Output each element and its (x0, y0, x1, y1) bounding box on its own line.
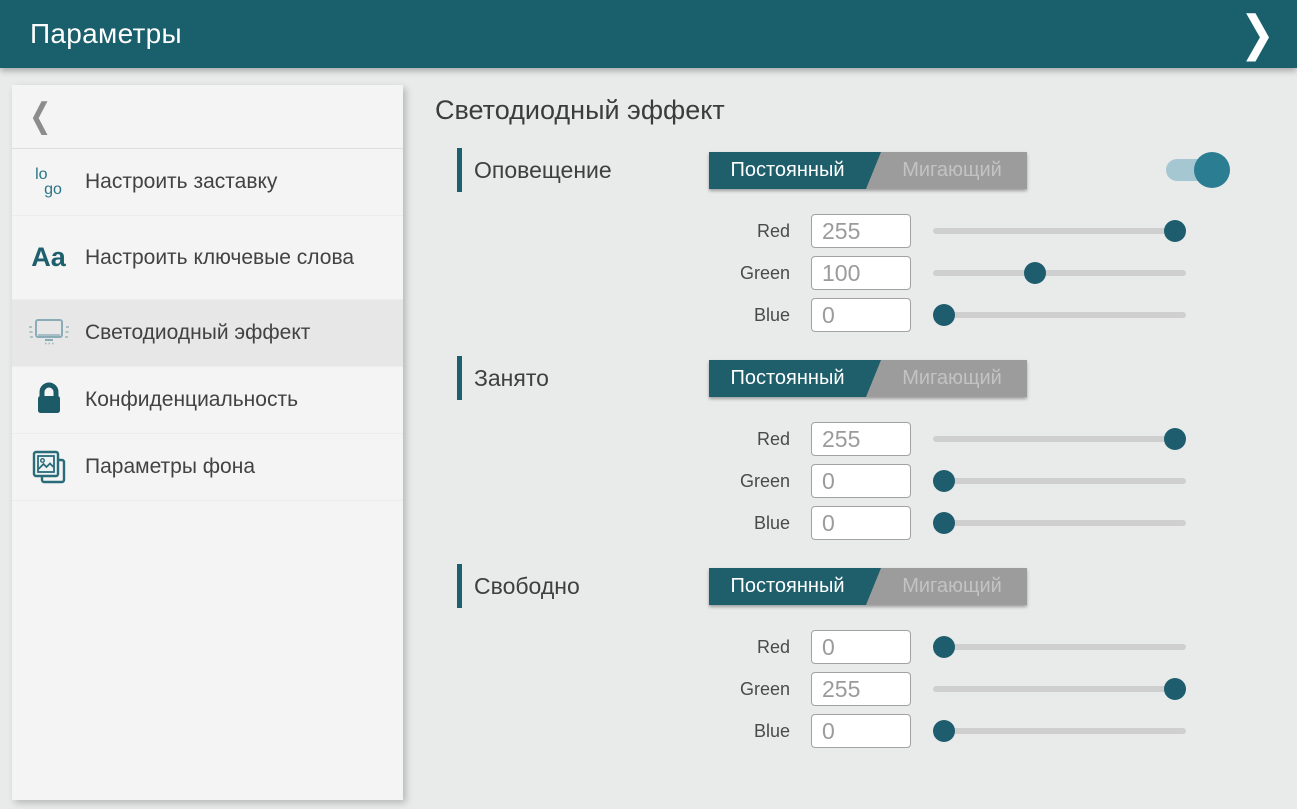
green-slider[interactable] (933, 262, 1186, 284)
channel-row-blue: Blue (435, 294, 1297, 336)
channel-label: Green (435, 263, 790, 284)
slider-thumb[interactable] (933, 304, 955, 326)
sidebar-item-keywords[interactable]: Aa Настроить ключевые слова (12, 216, 403, 300)
app-header: Параметры ❯ (0, 0, 1297, 68)
channel-row-green: Green (435, 460, 1297, 502)
sidebar-item-background[interactable]: Параметры фона (12, 434, 403, 501)
logo-icon: logo (12, 167, 85, 197)
section-accent-bar (457, 356, 462, 400)
switch-knob (1194, 152, 1230, 188)
background-images-icon (12, 446, 85, 488)
sidebar-item-splash-screen[interactable]: logo Настроить заставку (12, 149, 403, 216)
slider-thumb[interactable] (933, 720, 955, 742)
sidebar-item-led-effect[interactable]: Светодиодный эффект (12, 300, 403, 367)
mode-option-constant[interactable]: Постоянный (709, 568, 881, 605)
channel-row-red: Red (435, 626, 1297, 668)
green-slider[interactable] (933, 678, 1186, 700)
channel-label: Blue (435, 305, 790, 326)
section-enable-switch[interactable] (1166, 155, 1224, 185)
section-accent-bar (457, 564, 462, 608)
slider-thumb[interactable] (933, 470, 955, 492)
section-busy: Занято Постоянный Мигающий Red Green (435, 356, 1297, 544)
channel-row-red: Red (435, 210, 1297, 252)
channel-row-blue: Blue (435, 502, 1297, 544)
red-slider[interactable] (933, 428, 1186, 450)
mode-option-constant[interactable]: Постоянный (709, 152, 881, 189)
settings-sidebar: ❮ logo Настроить заставку Aa Настроить к… (12, 85, 403, 800)
red-slider[interactable] (933, 220, 1186, 242)
channel-label: Blue (435, 721, 790, 742)
channel-label: Green (435, 679, 790, 700)
slider-thumb[interactable] (1164, 678, 1186, 700)
channel-label: Red (435, 637, 790, 658)
section-title: Светодиодный эффект (435, 92, 1297, 128)
slider-thumb[interactable] (933, 512, 955, 534)
slider-thumb[interactable] (1024, 262, 1046, 284)
channel-label: Blue (435, 513, 790, 534)
mode-toggle: Постоянный Мигающий (709, 568, 1027, 605)
section-notification: Оповещение Постоянный Мигающий Red Green (435, 148, 1297, 336)
sidebar-item-label: Параметры фона (85, 453, 255, 481)
green-value-input[interactable] (811, 256, 911, 290)
slider-thumb[interactable] (1164, 220, 1186, 242)
led-effect-panel: Светодиодный эффект Оповещение Постоянны… (435, 68, 1297, 809)
blue-value-input[interactable] (811, 506, 911, 540)
mode-option-blinking[interactable]: Мигающий (877, 152, 1027, 189)
channel-row-green: Green (435, 668, 1297, 710)
channel-row-green: Green (435, 252, 1297, 294)
blue-slider[interactable] (933, 720, 1186, 742)
green-value-input[interactable] (811, 464, 911, 498)
sidebar-collapse-button[interactable]: ❮ (12, 85, 403, 149)
sidebar-item-label: Светодиодный эффект (85, 319, 310, 347)
green-slider[interactable] (933, 470, 1186, 492)
sidebar-item-label: Конфиденциальность (85, 386, 298, 414)
sidebar-item-label: Настроить заставку (85, 168, 277, 196)
mode-toggle: Постоянный Мигающий (709, 360, 1027, 397)
led-screen-icon (12, 315, 85, 351)
channel-label: Red (435, 221, 790, 242)
channel-label: Green (435, 471, 790, 492)
mode-toggle: Постоянный Мигающий (709, 152, 1027, 189)
section-free: Свободно Постоянный Мигающий Red Green (435, 564, 1297, 752)
keywords-icon: Aa (12, 242, 85, 273)
green-value-input[interactable] (811, 672, 911, 706)
mode-option-constant[interactable]: Постоянный (709, 360, 881, 397)
red-value-input[interactable] (811, 630, 911, 664)
slider-thumb[interactable] (1164, 428, 1186, 450)
slider-thumb[interactable] (933, 636, 955, 658)
sidebar-item-privacy[interactable]: Конфиденциальность (12, 367, 403, 434)
section-label: Свободно (474, 564, 580, 608)
blue-value-input[interactable] (811, 714, 911, 748)
lock-icon (12, 381, 85, 419)
page-title: Параметры (0, 18, 182, 50)
expand-chevron-icon[interactable]: ❯ (1240, 4, 1275, 64)
back-chevron-icon: ❮ (12, 97, 52, 136)
blue-slider[interactable] (933, 304, 1186, 326)
section-accent-bar (457, 148, 462, 192)
mode-option-blinking[interactable]: Мигающий (877, 360, 1027, 397)
channel-label: Red (435, 429, 790, 450)
blue-slider[interactable] (933, 512, 1186, 534)
channel-row-blue: Blue (435, 710, 1297, 752)
red-slider[interactable] (933, 636, 1186, 658)
channel-row-red: Red (435, 418, 1297, 460)
blue-value-input[interactable] (811, 298, 911, 332)
section-label: Занято (474, 356, 549, 400)
red-value-input[interactable] (811, 422, 911, 456)
red-value-input[interactable] (811, 214, 911, 248)
section-label: Оповещение (474, 148, 612, 192)
sidebar-item-label: Настроить ключевые слова (85, 244, 354, 272)
mode-option-blinking[interactable]: Мигающий (877, 568, 1027, 605)
